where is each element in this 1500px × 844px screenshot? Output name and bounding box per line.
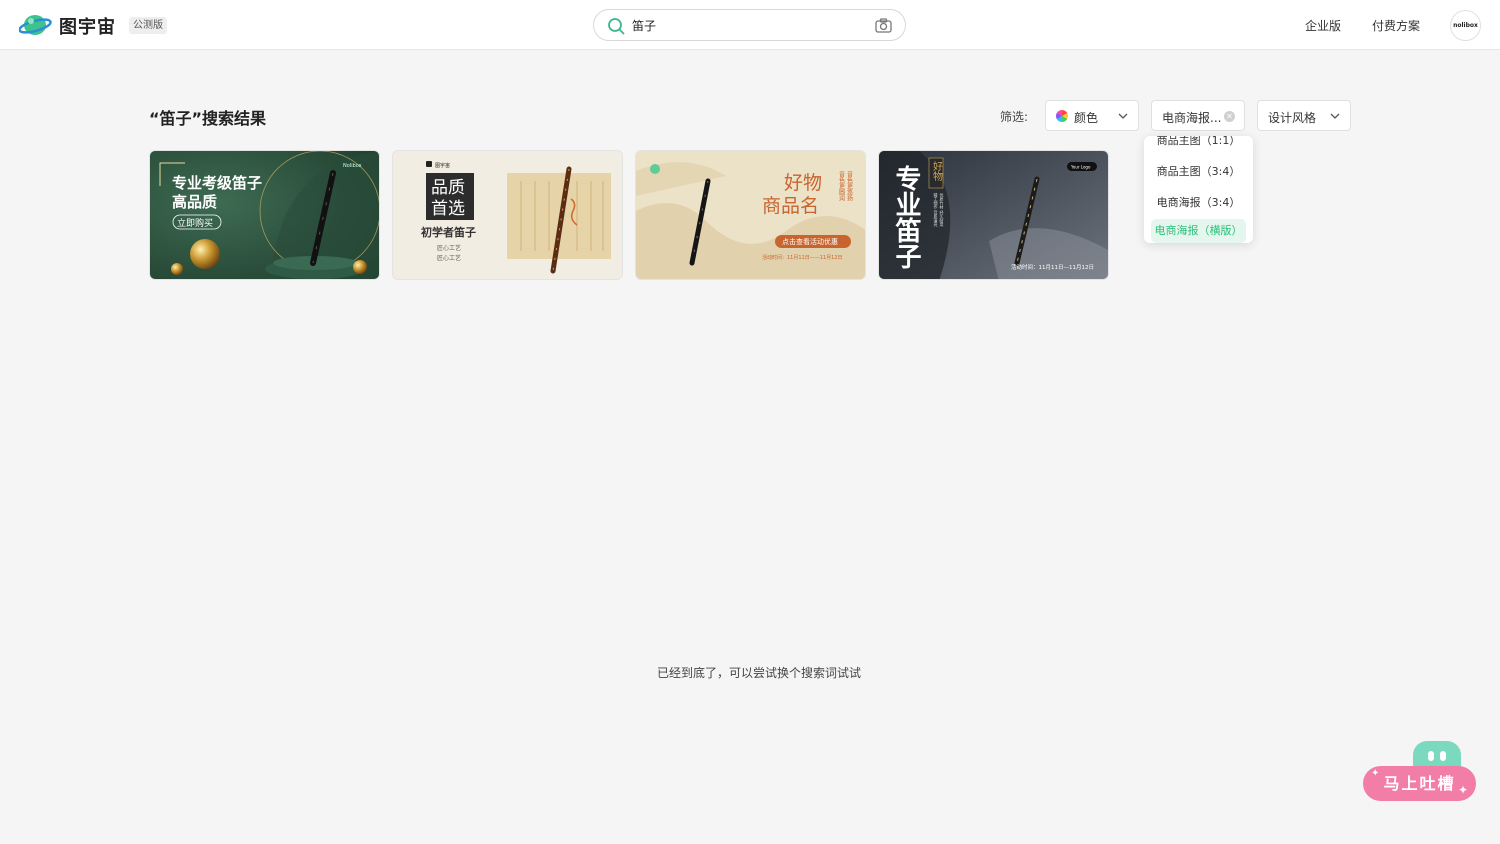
template-card[interactable]: 专业考级笛子 高品质 立即购买 Nolibox (149, 150, 380, 280)
page-title: “笛子”搜索结果 (149, 109, 267, 128)
dropdown-option[interactable]: 电商海报（3:4） (1151, 191, 1246, 215)
template-card[interactable]: 品质 首选 初学者笛子 匠心工艺 匠心工艺 图宇宙 (392, 150, 623, 280)
card-time: 活动时间：11月11日—11月12日 (1011, 263, 1094, 271)
sparkle-icon: ✦ (1458, 783, 1469, 797)
style-filter-label: 设计风格 (1268, 111, 1317, 125)
template-card[interactable]: 好物 商品名 音色更圆润 音色更悠扬 点击查看活动优惠 活动时间：11月11日—… (635, 150, 866, 280)
size-filter-label: 电商海报... (1162, 111, 1222, 125)
dropdown-option[interactable]: 商品主图（3:4） (1151, 160, 1246, 184)
camera-icon[interactable] (875, 18, 892, 33)
dropdown-option-selected[interactable]: 电商海报（横版） (1151, 219, 1246, 243)
card-side-text: 音色更圆润 (838, 170, 845, 201)
color-wheel-icon (1056, 110, 1068, 122)
card-title-bottom: 商品名 (762, 195, 819, 217)
card-tag: 立即购买 (177, 217, 213, 229)
end-of-results-text: 已经到底了，可以尝试换个搜索词试试 (657, 666, 862, 680)
mascot-eye (1428, 751, 1434, 761)
template-card[interactable]: 专业笛子 好物 精工细作 音质清亮 优质竹材 经久耐用 Your Logo 活动… (878, 150, 1109, 280)
card-title-top: 品质 (431, 178, 465, 198)
planet-logo-icon[interactable] (19, 11, 53, 39)
top-bar: 图宇宙 公测版 企业版 付费方案 nolibox (0, 0, 1500, 50)
card-logo: 图宇宙 (435, 162, 450, 169)
card-title-top: 好物 (784, 172, 822, 194)
logo-text[interactable]: 图宇宙 (59, 13, 116, 39)
chevron-down-icon (1118, 113, 1128, 119)
card-title: 专业笛子 (891, 165, 922, 269)
search-icon[interactable] (607, 17, 625, 35)
card-subtitle: 高品质 (172, 193, 217, 211)
card-preview-2: 品质 首选 初学者笛子 匠心工艺 匠心工艺 图宇宙 (393, 151, 622, 279)
filter-label: 筛选: (1000, 110, 1029, 124)
card-preview-4: 专业笛子 好物 精工细作 音质清亮 优质竹材 经久耐用 Your Logo 活动… (879, 151, 1108, 279)
beta-badge: 公测版 (129, 17, 167, 34)
search-bar[interactable] (593, 9, 906, 41)
dropdown-option[interactable]: 商品主图（1:1） (1151, 136, 1246, 153)
card-cta: 点击查看活动优惠 (782, 237, 838, 246)
card-subtitle: 初学者笛子 (421, 225, 476, 239)
chevron-down-icon (1330, 113, 1340, 119)
card-side-text: 优质竹材 经久耐用 (940, 192, 945, 227)
nav-enterprise[interactable]: 企业版 (1305, 17, 1341, 34)
size-filter[interactable]: 电商海报... ✕ (1151, 100, 1245, 131)
mascot-eye (1440, 751, 1446, 761)
card-line: 匠心工艺 (437, 254, 461, 262)
card-title-bottom: 首选 (431, 199, 465, 219)
card-preview-3: 好物 商品名 音色更圆润 音色更悠扬 点击查看活动优惠 活动时间：11月11日—… (636, 151, 865, 279)
card-logo: Your Logo (1070, 165, 1091, 170)
color-filter[interactable]: 颜色 (1045, 100, 1139, 131)
card-line: 匠心工艺 (437, 244, 461, 252)
sparkle-icon: ✦ (1371, 768, 1380, 779)
search-input[interactable] (632, 15, 862, 35)
card-side-text: 精工细作 音质清亮 (934, 192, 939, 227)
style-filter[interactable]: 设计风格 (1257, 100, 1351, 131)
card-badge: 好物 (931, 161, 943, 182)
avatar[interactable]: nolibox (1450, 10, 1481, 41)
card-logo: Nolibox (343, 163, 362, 169)
card-side-text: 音色更悠扬 (846, 170, 853, 202)
clear-icon[interactable]: ✕ (1224, 111, 1235, 122)
color-filter-label: 颜色 (1074, 111, 1099, 125)
size-dropdown: 商品主图（1:1） 商品主图（3:4） 电商海报（3:4） 电商海报（横版） (1144, 136, 1253, 243)
nav-pricing[interactable]: 付费方案 (1372, 17, 1420, 34)
card-preview-1: 专业考级笛子 高品质 立即购买 Nolibox (150, 151, 379, 279)
card-time: 活动时间：11月11日——11月12日 (762, 254, 842, 261)
card-title: 专业考级笛子 (172, 174, 262, 192)
